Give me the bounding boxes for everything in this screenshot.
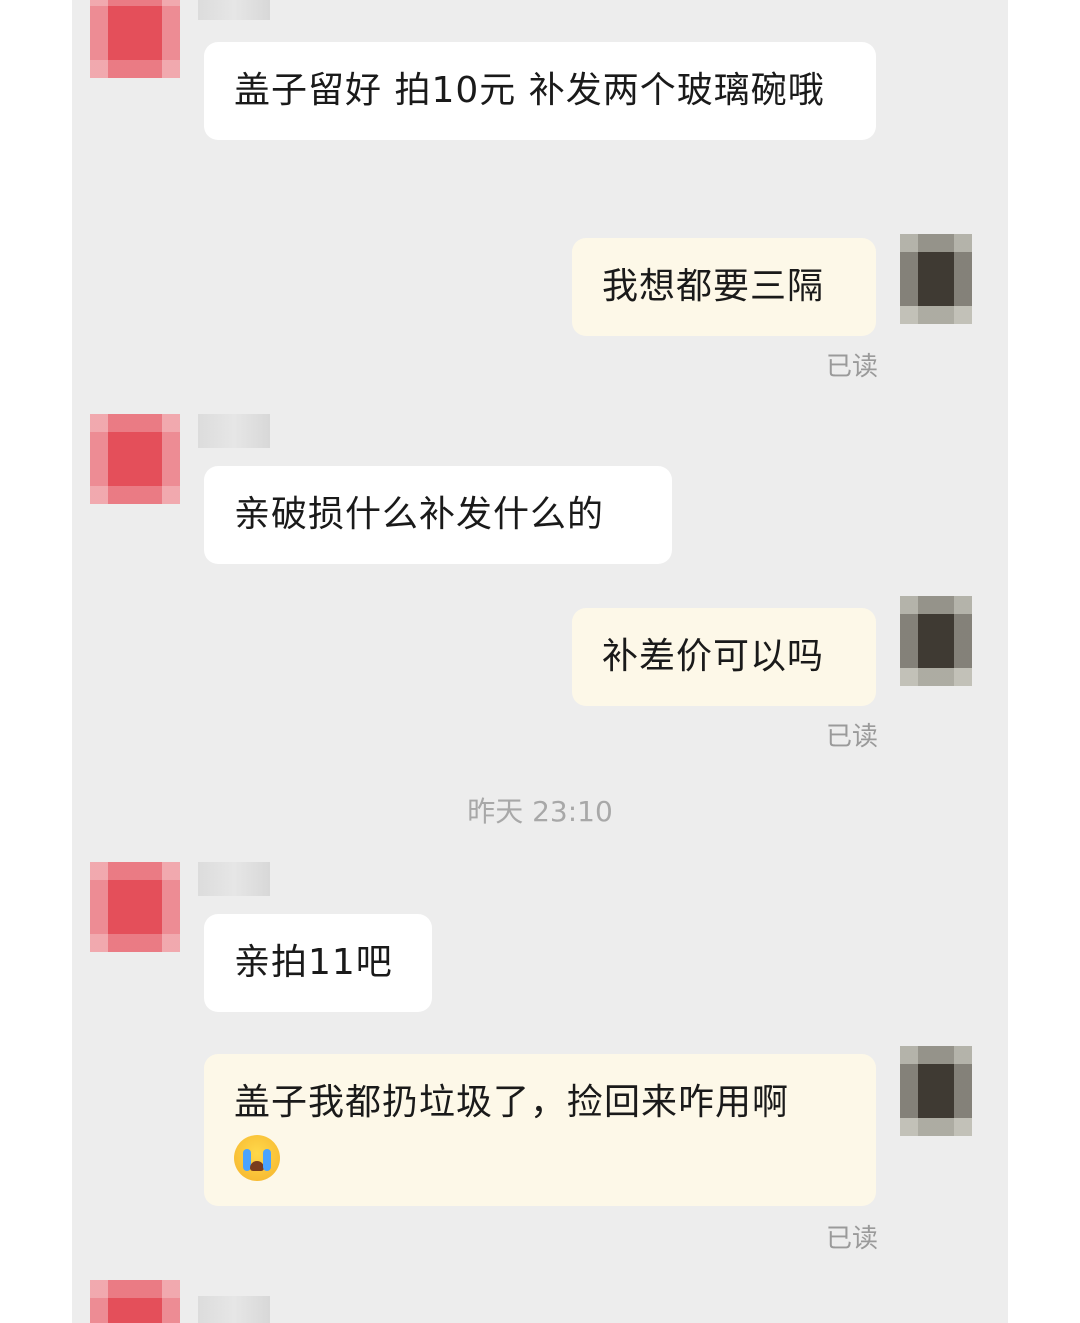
message-text: 亲破损什么补发什么的 [234,494,605,535]
message-bubble[interactable]: 盖子留好 拍10元 补发两个玻璃碗哦 [204,42,876,140]
sender-name-blurred [198,1296,270,1323]
chat-window: 盖子留好 拍10元 补发两个玻璃碗哦 我想都要三隔 已读 亲破损什么补发什么的 … [72,0,1008,1323]
message-text: 补差价可以吗 [602,636,825,677]
message-text: 盖子留好 拍10元 补发两个玻璃碗哦 [234,70,825,111]
merchant-avatar[interactable] [90,1280,180,1323]
message-text: 盖子我都扔垃圾了，捡回来咋用啊 [234,1082,790,1123]
message-bubble[interactable]: 补差价可以吗 [572,608,876,706]
user-avatar[interactable] [900,234,972,324]
read-status: 已读 [825,1224,878,1254]
message-bubble[interactable]: 我想都要三隔 [572,238,876,336]
user-avatar[interactable] [900,1046,972,1136]
sender-name-blurred [198,0,270,20]
user-avatar[interactable] [900,596,972,686]
merchant-avatar[interactable] [90,862,180,952]
merchant-avatar[interactable] [90,414,180,504]
sender-name-blurred [198,414,270,448]
message-bubble[interactable]: 盖子我都扔垃圾了，捡回来咋用啊 [204,1054,876,1206]
message-text: 我想都要三隔 [602,266,825,307]
read-status: 已读 [825,352,878,382]
crying-face-icon [234,1135,280,1181]
merchant-avatar[interactable] [90,0,180,78]
message-bubble[interactable]: 亲拍11吧 [204,914,432,1012]
read-status: 已读 [825,722,878,752]
message-text: 亲拍11吧 [234,942,393,983]
sender-name-blurred [198,862,270,896]
message-timestamp: 昨天 23:10 [467,795,613,828]
message-bubble[interactable]: 亲破损什么补发什么的 [204,466,672,564]
